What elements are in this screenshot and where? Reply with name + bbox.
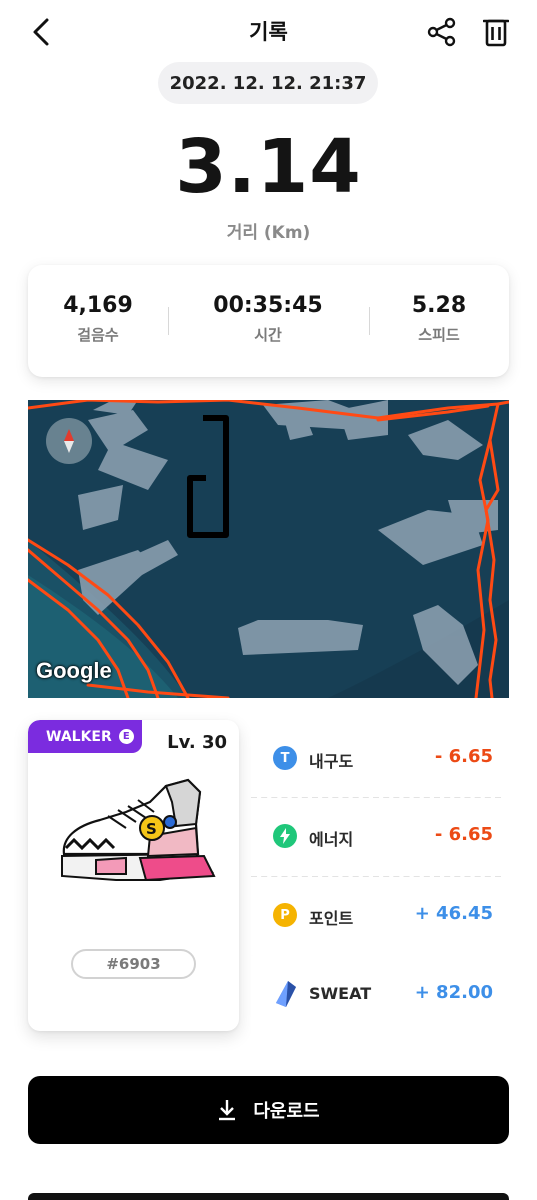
distance-label: 거리 (Km)	[226, 223, 311, 243]
resource-value: + 46.45	[414, 903, 493, 924]
sneaker-level: Lv. 30	[167, 732, 227, 753]
top-app-bar: 기록	[0, 0, 537, 64]
map-attribution: Google	[36, 658, 112, 683]
sneaker-icon: S	[61, 778, 216, 882]
resource-value: - 6.65	[434, 746, 493, 767]
speed-label: 스피드	[418, 326, 460, 344]
sneaker-type-badge: WALKER E	[28, 720, 142, 753]
resource-row-sweat: SWEAT + 82.00	[251, 956, 501, 1034]
stat-speed: 5.28 스피드	[369, 293, 509, 345]
resource-value: - 6.65	[434, 824, 493, 845]
lightning-icon	[280, 828, 290, 844]
sweat-crystal-icon	[273, 981, 297, 1007]
time-label: 시간	[254, 326, 282, 344]
sneaker-id: #6903	[71, 949, 196, 979]
steps-label: 걸음수	[77, 326, 119, 344]
speed-value: 5.28	[411, 293, 467, 318]
point-icon: P	[273, 903, 297, 927]
resource-name: 내구도	[309, 752, 354, 771]
svg-text:S: S	[146, 820, 157, 838]
crystal-icon	[276, 981, 296, 1007]
resource-name: SWEAT	[309, 984, 372, 1003]
resource-value: + 82.00	[414, 982, 493, 1003]
stats-card: 4,169 걸음수 00:35:45 시간 5.28 스피드	[28, 265, 509, 377]
divider	[168, 307, 169, 335]
map-canvas	[28, 400, 509, 698]
resource-name: 포인트	[309, 909, 354, 928]
sneaker-type-label: WALKER	[46, 728, 112, 745]
durability-icon: T	[273, 746, 297, 770]
sneaker-card[interactable]: WALKER E Lv. 30 S #6903	[28, 720, 239, 1031]
stat-steps: 4,169 걸음수	[28, 293, 168, 345]
record-date: 2022. 12. 12. 21:37	[158, 62, 378, 104]
resource-name: 에너지	[309, 830, 354, 849]
distance-value: 3.14	[175, 124, 362, 210]
compass-icon	[64, 429, 74, 453]
sneaker-image: S	[56, 776, 218, 890]
resource-row-point: P 포인트 + 46.45	[251, 877, 501, 955]
download-label: 다운로드	[253, 1101, 320, 1122]
route-map[interactable]: Google	[28, 400, 509, 698]
compass-button[interactable]	[46, 418, 92, 464]
energy-icon	[273, 824, 297, 848]
bottom-edge-bar	[28, 1193, 509, 1200]
resource-row-durability: T 내구도 - 6.65	[251, 720, 501, 798]
download-icon	[217, 1099, 237, 1121]
delete-button[interactable]	[476, 12, 516, 52]
stat-time: 00:35:45 시간	[198, 293, 338, 345]
share-icon	[427, 17, 456, 47]
time-value: 00:35:45	[213, 293, 323, 318]
record-detail-screen: 기록 2022. 12. 12. 21:37 3.14 거리 (Km) 4,16…	[0, 0, 537, 1200]
steps-value: 4,169	[63, 293, 133, 318]
grade-badge: E	[118, 729, 134, 744]
trash-icon	[483, 19, 509, 47]
resource-row-energy: 에너지 - 6.65	[251, 798, 501, 876]
share-button[interactable]	[422, 12, 462, 52]
download-button[interactable]: 다운로드	[28, 1076, 509, 1144]
